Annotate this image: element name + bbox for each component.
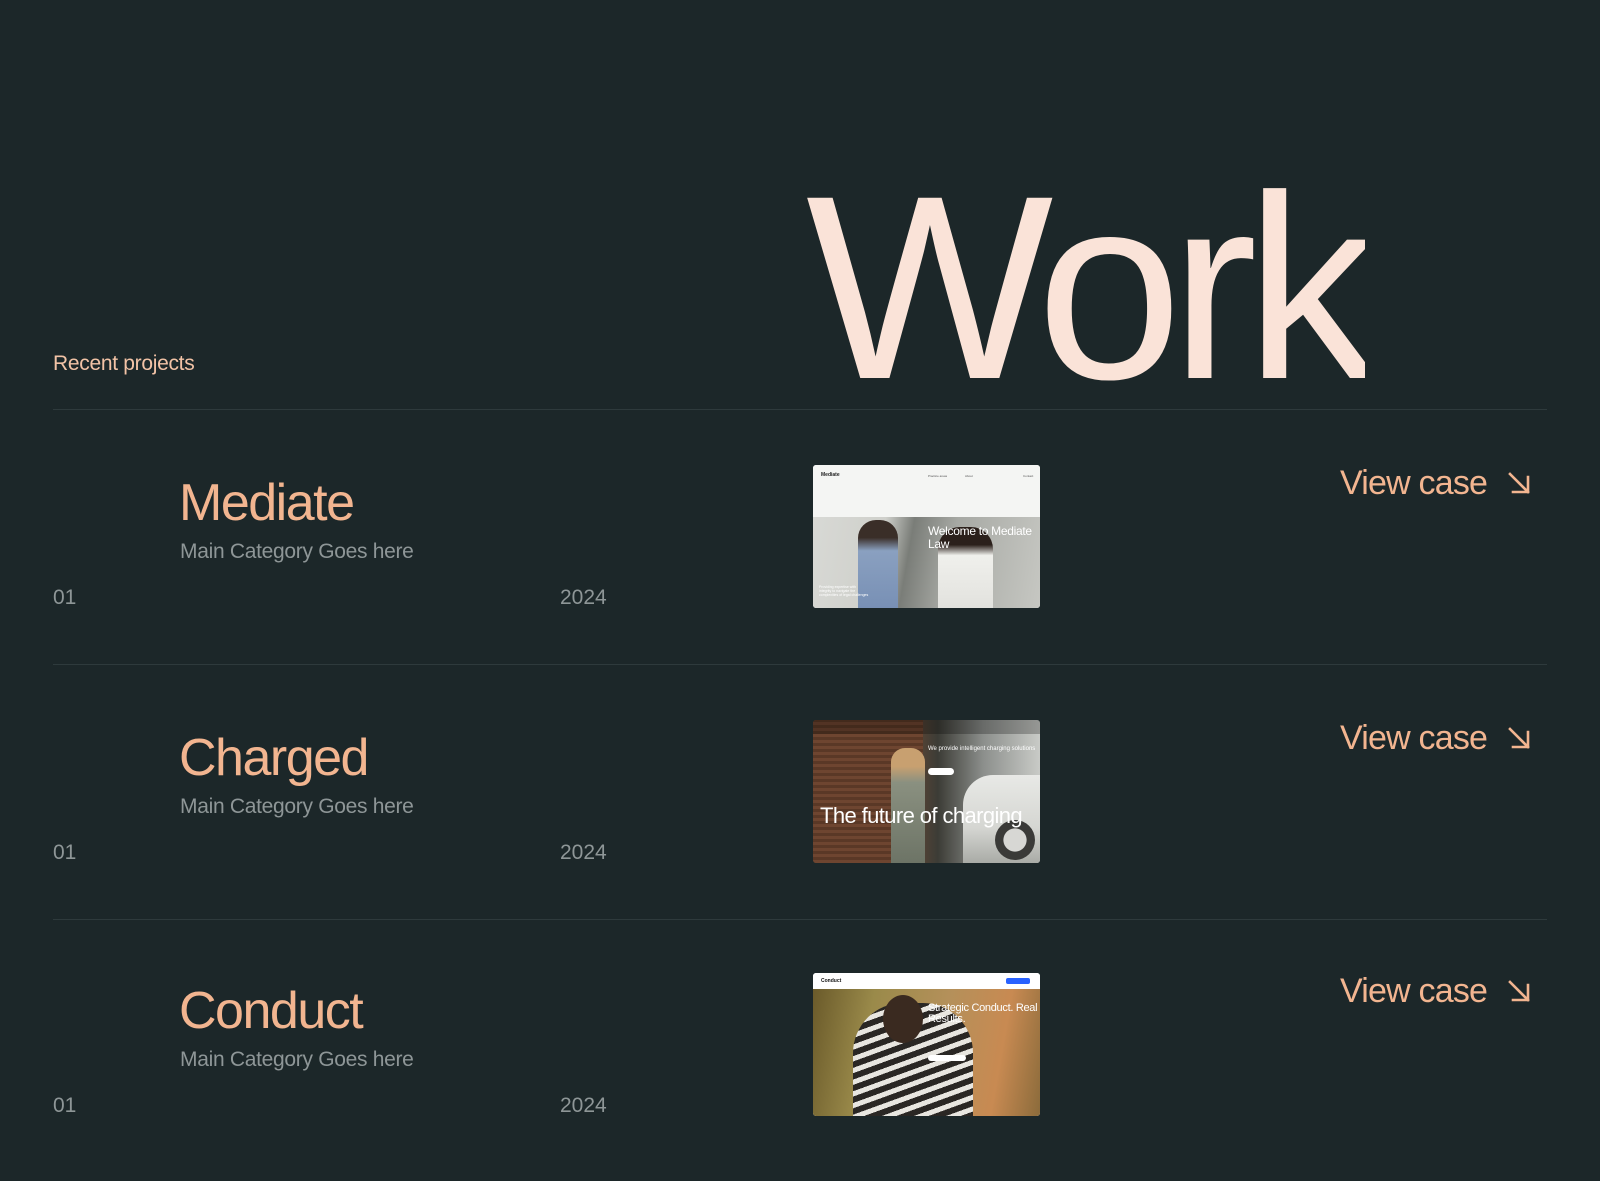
project-name[interactable]: Charged xyxy=(179,728,369,788)
view-case-link[interactable]: View case xyxy=(1340,969,1533,1013)
thumbnail-nav-link: Contact xyxy=(1023,474,1034,478)
project-index: 01 xyxy=(53,841,77,864)
view-case-link[interactable]: View case xyxy=(1340,716,1533,760)
thumbnail-button xyxy=(928,768,954,775)
project-item-mediate: Mediate Main Category Goes here 01 2024 … xyxy=(0,464,1600,673)
arrow-down-right-icon xyxy=(1508,472,1530,494)
project-thumbnail[interactable]: Mediate Practice areas About Contact Wel… xyxy=(813,465,1040,608)
thumbnail-logo: Mediate xyxy=(821,472,840,478)
divider xyxy=(53,409,1547,410)
arrow-down-right-icon xyxy=(1508,727,1530,749)
thumbnail-nav xyxy=(813,465,1040,517)
project-category: Main Category Goes here xyxy=(180,795,414,818)
project-name[interactable]: Mediate xyxy=(179,473,355,533)
thumbnail-headline: Welcome to Mediate Law xyxy=(928,524,1032,551)
project-item-charged: Charged Main Category Goes here 01 2024 … xyxy=(0,719,1600,928)
thumbnail-nav-link: About xyxy=(965,474,973,478)
project-category: Main Category Goes here xyxy=(180,1048,414,1071)
thumbnail-nav xyxy=(813,720,1040,734)
project-thumbnail[interactable]: Conduct Strategic Conduct. Real Results. xyxy=(813,973,1040,1116)
arrow-down-right-icon xyxy=(1508,980,1530,1002)
project-name[interactable]: Conduct xyxy=(179,981,364,1041)
project-year: 2024 xyxy=(560,1094,607,1117)
view-case-label: View case xyxy=(1340,464,1488,502)
project-item-conduct: Conduct Main Category Goes here 01 2024 … xyxy=(0,972,1600,1181)
project-index: 01 xyxy=(53,1094,77,1117)
divider xyxy=(53,919,1547,920)
thumbnail-person-head xyxy=(883,995,923,1043)
project-thumbnail[interactable]: We provide intelligent charging solution… xyxy=(813,720,1040,863)
thumbnail-headline: Strategic Conduct. Real Results. xyxy=(928,1002,1038,1025)
thumbnail-subline: We provide intelligent charging solution… xyxy=(928,746,1036,752)
thumbnail-headline: The future of charging xyxy=(820,803,1023,828)
thumbnail-cta-button xyxy=(1006,978,1030,984)
view-case-label: View case xyxy=(1340,719,1488,757)
thumbnail-logo: Conduct xyxy=(821,978,842,984)
thumbnail-caption: Providing expertise with integrity to na… xyxy=(819,585,869,597)
project-year: 2024 xyxy=(560,841,607,864)
page-title: Work xyxy=(806,148,1365,383)
project-category: Main Category Goes here xyxy=(180,540,414,563)
divider xyxy=(53,664,1547,665)
project-index: 01 xyxy=(53,586,77,609)
project-year: 2024 xyxy=(560,586,607,609)
section-label: Recent projects xyxy=(53,352,195,375)
thumbnail-nav-link: Practice areas xyxy=(928,474,948,478)
view-case-link[interactable]: View case xyxy=(1340,461,1533,505)
view-case-label: View case xyxy=(1340,972,1488,1010)
thumbnail-button xyxy=(928,1055,966,1061)
